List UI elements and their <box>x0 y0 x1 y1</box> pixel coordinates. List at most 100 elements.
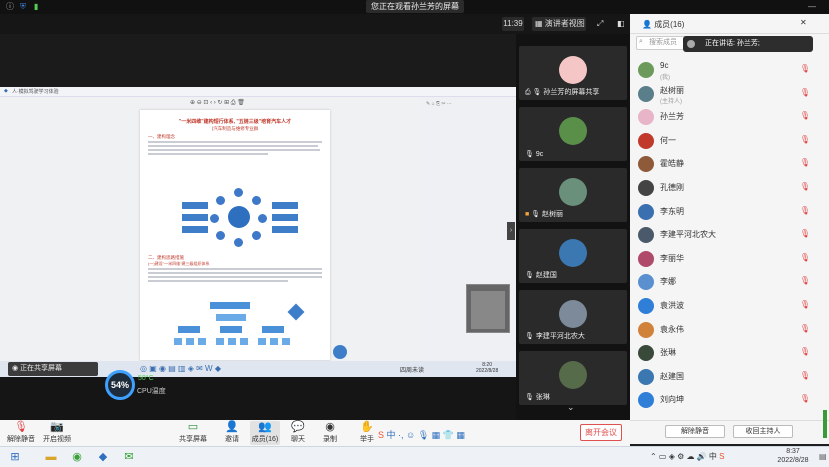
share-screen-button[interactable]: ▭ 共享屏幕 <box>178 421 208 445</box>
browser-icon[interactable]: ◉ <box>70 450 84 464</box>
cpu-usage-gauge: 54% <box>105 370 135 400</box>
search-input[interactable]: 搜索成员 <box>636 36 686 50</box>
unmute-all-button[interactable]: 解除静音 <box>665 425 725 438</box>
mic-off-icon[interactable]: 🎙 <box>800 88 810 97</box>
speaking-indicator: 正在讲话: 孙兰芳; <box>683 36 813 52</box>
input-method-toolbar[interactable]: S 中 ·, ☺ 🎙 ▦ 👕 ▦ <box>378 428 528 440</box>
mic-off-icon[interactable]: 🎙 <box>800 229 810 238</box>
speaker-avatar <box>687 40 695 48</box>
mic-off-icon[interactable]: 🎙 <box>800 206 810 215</box>
view-mode-label: 演讲者视图 <box>544 19 585 28</box>
invite-button[interactable]: 👤 邀请 <box>217 421 247 445</box>
mic-off-icon[interactable]: 🎙 <box>800 371 810 380</box>
participant-row[interactable]: 何一 🎙 <box>632 130 822 152</box>
inner-taskbar-text: 四周未读 <box>400 368 425 374</box>
members-icon: 👥 <box>258 421 272 433</box>
video-thumbnail[interactable] <box>466 284 510 333</box>
collapse-arrow-icon[interactable]: › <box>507 222 515 240</box>
info-icon[interactable]: ⓘ <box>6 1 14 13</box>
participant-row[interactable]: 李丽华 🎙 <box>632 248 822 270</box>
mic-off-icon[interactable]: 🎙 <box>800 394 810 403</box>
gallery-tile[interactable]: ⎙ 🎙 孙兰芳的屏幕共享 <box>519 46 627 100</box>
file-explorer-icon[interactable]: ▬ <box>44 450 58 464</box>
wechat-icon[interactable]: ✉ <box>122 450 136 464</box>
windows-start-icon[interactable]: ⊞ <box>8 450 22 464</box>
gallery-tile[interactable]: 🎙 9c <box>519 107 627 161</box>
record-button[interactable]: ◉ 录制 <box>315 421 345 445</box>
signal-icon[interactable]: ▮ <box>34 1 38 13</box>
fullscreen-icon[interactable]: ⤢ <box>597 17 603 31</box>
participant-row[interactable]: 9c (我) 🎙 <box>632 59 822 81</box>
avatar <box>638 156 654 173</box>
mic-off-icon[interactable]: 🎙 <box>800 135 810 144</box>
participant-row[interactable]: 袁永伟 🎙 <box>632 319 822 341</box>
notification-icon[interactable]: ▤ <box>819 452 827 461</box>
participant-row[interactable]: 张琳 🎙 <box>632 342 822 364</box>
members-button[interactable]: 👥 成员(16) <box>250 421 280 445</box>
tile-name: 9c <box>535 151 544 158</box>
viewing-banner: 您正在观看孙兰芳的屏幕 <box>366 0 464 13</box>
inner-taskbar-icons: ◎ ▣ ◉ ▤ ▥ ◈ ✉ W ◆ <box>140 364 221 373</box>
avatar <box>638 109 654 126</box>
participant-row[interactable]: 霍皓静 🎙 <box>632 153 822 175</box>
mic-off-icon[interactable]: 🎙 <box>800 347 810 356</box>
participant-row[interactable]: 孔德刚 🎙 <box>632 177 822 199</box>
participant-row[interactable]: 刘向坤 🎙 <box>632 389 822 411</box>
gallery-tile[interactable]: 🎙 张琳 <box>519 351 627 405</box>
invite-label: 邀请 <box>225 436 239 443</box>
participant-row[interactable]: 孙兰芳 🎙 <box>632 106 822 128</box>
sidebar-toggle-icon[interactable]: ◧ <box>617 17 625 31</box>
leave-meeting-button[interactable]: 离开会议 <box>580 424 622 441</box>
participant-row[interactable]: 赵树丽 (主持人) 🎙 <box>632 83 822 105</box>
members-title-text: 成员(16) <box>654 20 685 29</box>
video-button[interactable]: 📷 开启视频 <box>42 421 72 445</box>
panel-footer <box>630 420 829 444</box>
mic-off-icon[interactable]: 🎙 <box>800 276 810 285</box>
share-screen-icon: ▭ <box>187 421 199 433</box>
minimize-icon[interactable]: — <box>808 1 816 13</box>
avatar <box>638 203 654 220</box>
view-mode-button[interactable]: ▦ 演讲者视图 ▾ <box>532 17 586 42</box>
participant-row[interactable]: 赵建国 🎙 <box>632 366 822 388</box>
system-clock[interactable]: 8:37 2022/8/28 <box>768 447 818 467</box>
side-pane-tools[interactable]: ✎ ⌂ ⎘ ✂ ⋯ <box>426 101 510 107</box>
floating-action-button[interactable] <box>333 345 347 359</box>
tencent-meeting-icon[interactable]: ◆ <box>96 450 110 464</box>
participant-row[interactable]: 李娜 🎙 <box>632 271 822 293</box>
mic-off-icon[interactable]: 🎙 <box>800 111 810 120</box>
close-icon[interactable]: ✕ <box>800 18 807 27</box>
chat-button[interactable]: 💬 聊天 <box>283 421 313 445</box>
document-window-title-bar: ◆ 人·模拟驾驶学习体验 <box>0 87 516 97</box>
search-icon: ⌕ <box>639 38 643 45</box>
gallery-tile[interactable]: 🎙 赵建国 <box>519 229 627 283</box>
participant-row[interactable]: 李东明 🎙 <box>632 201 822 223</box>
mic-off-icon[interactable]: 🎙 <box>800 253 810 262</box>
doc-subtitle: (汽车制造与维修专业群 <box>211 126 259 131</box>
clock-date: 2022/8/28 <box>777 457 809 464</box>
mic-off-icon[interactable]: 🎙 <box>800 158 810 167</box>
document-toolbar[interactable]: ⊕ ⊖ ⊡ ‹ › ↻ ⊞ ⎙ 🗑 <box>190 99 330 107</box>
participant-row[interactable]: 袁洪波 🎙 <box>632 295 822 317</box>
mute-button[interactable]: 🎙 解除静音 <box>6 421 36 445</box>
video-label: 开启视频 <box>43 436 71 443</box>
record-label: 录制 <box>323 436 337 443</box>
mic-off-icon[interactable]: 🎙 <box>800 64 810 73</box>
system-tray[interactable]: ⌃ ▭ ◈ ⚙ ☁ 🔊 中 S <box>650 451 724 462</box>
mic-off-icon[interactable]: 🎙 <box>800 300 810 309</box>
participant-name: 赵树丽 <box>660 85 684 95</box>
document-page: "一米四维"建构短行体系, "五链三级"培育汽车人才 (汽车制造与维修专业群 一… <box>140 110 330 360</box>
participant-row[interactable]: 李建平河北农大 🎙 <box>632 224 822 246</box>
tile-name: 张琳 <box>535 394 550 401</box>
mic-off-icon[interactable]: 🎙 <box>800 182 810 191</box>
shield-icon[interactable]: ⛨ <box>20 1 26 13</box>
grid-icon: ▦ <box>535 19 545 28</box>
gallery-tile[interactable]: ■ 🎙 赵树丽 <box>519 168 627 222</box>
tile-name: 赵树丽 <box>542 211 564 218</box>
gallery-scroll-down-icon[interactable]: ⌄ <box>567 402 575 413</box>
panel-scrollbar[interactable] <box>823 410 827 438</box>
mic-off-icon[interactable]: 🎙 <box>800 324 810 333</box>
participant-name: 赵建国 <box>660 371 684 381</box>
reclaim-host-button[interactable]: 收回主持人 <box>733 425 793 438</box>
tile-name: 赵建国 <box>535 272 557 279</box>
gallery-tile[interactable]: 🎙 李建平河北农大 <box>519 290 627 344</box>
